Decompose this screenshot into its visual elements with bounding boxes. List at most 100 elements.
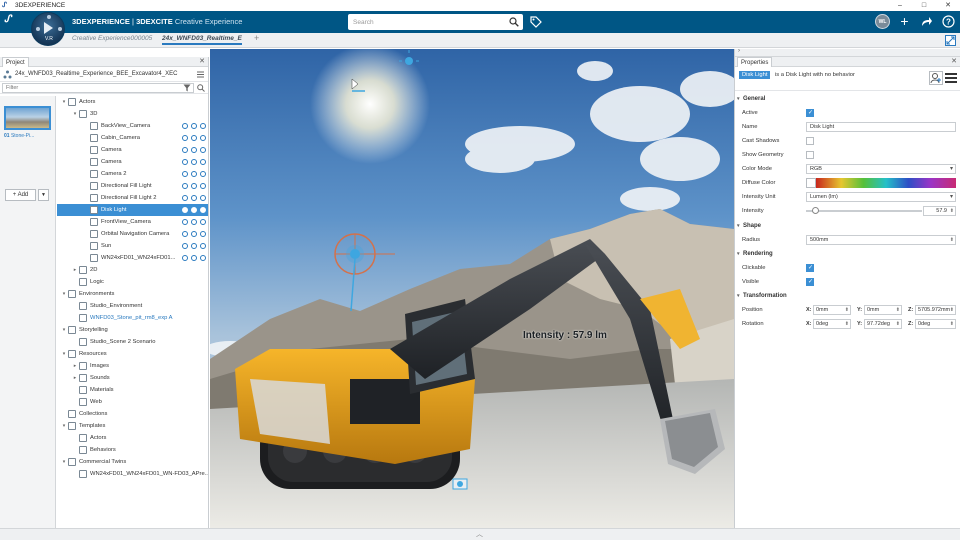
rotation-z-field[interactable]: 0deg: [915, 319, 956, 329]
power-icon[interactable]: [182, 207, 188, 213]
section-shape[interactable]: ▾ Shape: [735, 220, 960, 232]
chevron-right-icon[interactable]: ▸: [72, 264, 78, 276]
power-icon[interactable]: [182, 231, 188, 237]
search-icon[interactable]: [509, 17, 519, 27]
visibility-icon[interactable]: [191, 255, 197, 261]
tree-item[interactable]: Sun: [57, 240, 208, 252]
lock-icon[interactable]: [200, 231, 206, 237]
tree-item[interactable]: WN24xFD01_WN24xFD01...: [57, 252, 208, 264]
chevron-right-icon[interactable]: ▸: [72, 360, 78, 372]
tree-item[interactable]: ▸ Images: [57, 360, 208, 372]
minimize-button[interactable]: –: [888, 0, 912, 11]
visibility-icon[interactable]: [191, 171, 197, 177]
visibility-icon[interactable]: [191, 159, 197, 165]
chevron-right-icon[interactable]: ›: [738, 48, 740, 54]
tab-properties[interactable]: Properties: [737, 57, 773, 67]
tree-item[interactable]: Collections: [57, 408, 208, 420]
visibility-icon[interactable]: [191, 231, 197, 237]
tree-item[interactable]: Web: [57, 396, 208, 408]
tree-item[interactable]: ▸ 2D: [57, 264, 208, 276]
color-mode-select[interactable]: RGB: [806, 164, 956, 174]
search-input[interactable]: [348, 14, 498, 30]
radius-field[interactable]: 500mm: [806, 235, 956, 245]
visibility-icon[interactable]: [191, 147, 197, 153]
chevron-down-icon[interactable]: ▾: [61, 324, 67, 336]
visible-checkbox[interactable]: [806, 275, 814, 289]
visibility-icon[interactable]: [191, 195, 197, 201]
chevron-down-icon[interactable]: ▾: [61, 96, 67, 108]
tree-item[interactable]: ▾ Storytelling: [57, 324, 208, 336]
power-icon[interactable]: [182, 135, 188, 141]
rotation-y-field[interactable]: 97.72deg: [864, 319, 902, 329]
settings-icon[interactable]: [196, 70, 205, 79]
plus-icon[interactable]: +: [897, 14, 912, 29]
chevron-down-icon[interactable]: ▼: [38, 189, 49, 201]
menu-icon[interactable]: [944, 71, 958, 85]
power-icon[interactable]: [182, 171, 188, 177]
clickable-checkbox[interactable]: [806, 261, 814, 275]
power-icon[interactable]: [182, 159, 188, 165]
lock-icon[interactable]: [200, 255, 206, 261]
help-icon[interactable]: ?: [941, 14, 956, 29]
tree-item[interactable]: Studio_Environment: [57, 300, 208, 312]
section-rendering[interactable]: ▾ Rendering: [735, 248, 960, 260]
tree-item[interactable]: ▾ Templates: [57, 420, 208, 432]
tree-item[interactable]: Disk Light: [57, 204, 208, 216]
tree-item[interactable]: Logic: [57, 276, 208, 288]
lock-icon[interactable]: [200, 159, 206, 165]
tree-item[interactable]: Camera 2: [57, 168, 208, 180]
avatar[interactable]: WL: [875, 14, 890, 29]
lock-icon[interactable]: [200, 171, 206, 177]
visibility-icon[interactable]: [191, 219, 197, 225]
tree-item[interactable]: Camera: [57, 144, 208, 156]
close-icon[interactable]: ✕: [199, 57, 205, 67]
section-general[interactable]: ▾ General: [735, 93, 960, 105]
chevron-down-icon[interactable]: ▾: [61, 420, 67, 432]
visibility-icon[interactable]: [191, 207, 197, 213]
power-icon[interactable]: [182, 123, 188, 129]
tree-item[interactable]: Directional Fill Light: [57, 180, 208, 192]
color-swatch[interactable]: [806, 178, 816, 188]
close-window-button[interactable]: ✕: [936, 0, 960, 11]
intensity-slider[interactable]: [806, 207, 922, 214]
project-row[interactable]: 24x_WNFD03_Realtime_Experience_BEE_Excav…: [0, 67, 208, 82]
chevron-down-icon[interactable]: ▾: [61, 288, 67, 300]
tree-item[interactable]: ▾ Commercial Twins: [57, 456, 208, 468]
visibility-icon[interactable]: [191, 135, 197, 141]
tree-item[interactable]: Directional Fill Light 2: [57, 192, 208, 204]
visibility-icon[interactable]: [191, 123, 197, 129]
tree-item[interactable]: Camera: [57, 156, 208, 168]
lock-icon[interactable]: [200, 207, 206, 213]
close-icon[interactable]: ✕: [951, 57, 957, 67]
tree-item[interactable]: ▾ Resources: [57, 348, 208, 360]
intensity-value-field[interactable]: 57.9: [923, 206, 956, 216]
new-tab-button[interactable]: +: [254, 33, 259, 43]
show-geometry-checkbox[interactable]: [806, 151, 814, 159]
cast-shadows-checkbox[interactable]: [806, 137, 814, 145]
power-icon[interactable]: [182, 219, 188, 225]
tab-project[interactable]: Project: [2, 57, 29, 67]
camera-marker-icon[interactable]: [452, 478, 468, 490]
filter-icon[interactable]: [183, 84, 191, 92]
slider-handle[interactable]: [811, 207, 819, 214]
tree-item[interactable]: Actors: [57, 432, 208, 444]
scene-render[interactable]: [210, 49, 734, 528]
scene-thumbnail[interactable]: [4, 106, 51, 130]
tree-item[interactable]: BackView_Camera: [57, 120, 208, 132]
chevron-down-icon[interactable]: ▾: [72, 108, 78, 120]
tree-item[interactable]: ▾ 3D: [57, 108, 208, 120]
lock-icon[interactable]: [200, 195, 206, 201]
lock-icon[interactable]: [200, 243, 206, 249]
tab-realtime-experience[interactable]: 24x_WNFD03_Realtime_E: [162, 35, 242, 45]
tree-item[interactable]: Behaviors: [57, 444, 208, 456]
intensity-unit-select[interactable]: Lumen (lm): [806, 192, 956, 202]
tab-creative-experience[interactable]: Creative Experience000005: [72, 35, 152, 42]
lock-icon[interactable]: [200, 219, 206, 225]
visibility-icon[interactable]: [191, 243, 197, 249]
3d-viewport[interactable]: Intensity : 57.9 lm: [210, 49, 734, 528]
compass-button[interactable]: V.R: [31, 12, 65, 46]
power-icon[interactable]: [182, 255, 188, 261]
power-icon[interactable]: [182, 147, 188, 153]
power-icon[interactable]: [182, 183, 188, 189]
share-icon[interactable]: [919, 14, 934, 29]
